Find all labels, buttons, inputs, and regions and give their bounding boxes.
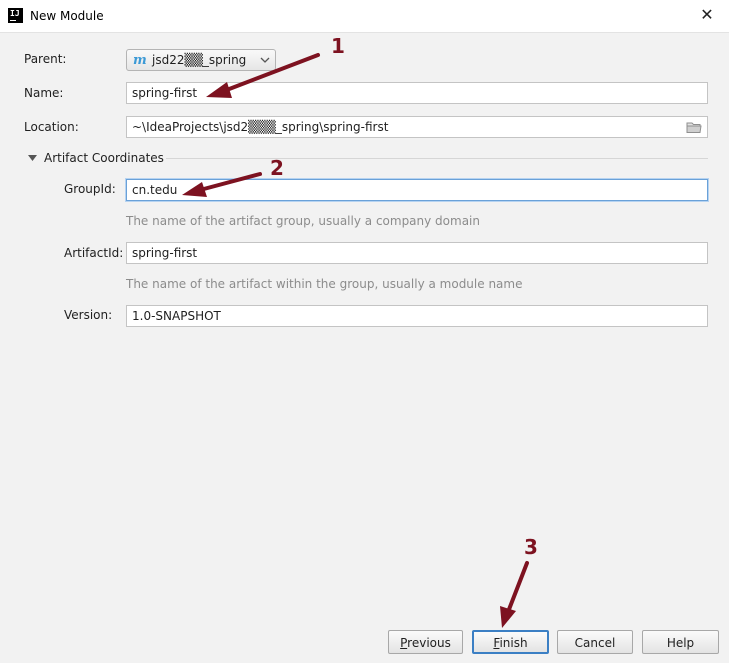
artifact-id-label: ArtifactId: bbox=[64, 246, 124, 260]
previous-label: revious bbox=[407, 636, 451, 650]
annotation-number-2: 2 bbox=[270, 156, 284, 180]
close-icon[interactable]: ✕ bbox=[697, 5, 717, 25]
artifact-id-hint: The name of the artifact within the grou… bbox=[126, 277, 523, 291]
folder-icon[interactable] bbox=[686, 121, 702, 134]
version-label: Version: bbox=[64, 308, 113, 322]
group-id-label: GroupId: bbox=[64, 182, 116, 196]
maven-module-icon: m bbox=[133, 53, 147, 68]
annotation-number-1: 1 bbox=[331, 34, 345, 58]
name-field[interactable]: spring-first bbox=[126, 82, 708, 104]
window-title: New Module bbox=[30, 9, 104, 23]
group-id-field[interactable]: cn.tedu bbox=[126, 179, 708, 201]
help-button[interactable]: Help bbox=[642, 630, 719, 654]
section-divider bbox=[166, 158, 708, 159]
chevron-down-icon bbox=[260, 57, 270, 63]
annotation-arrow-3 bbox=[500, 561, 529, 628]
finish-button[interactable]: Finish bbox=[472, 630, 549, 654]
intellij-icon: IJ bbox=[8, 8, 23, 23]
parent-label: Parent: bbox=[24, 52, 67, 66]
annotation-number-3: 3 bbox=[524, 535, 538, 559]
location-field[interactable]: ~\IdeaProjects\jsd2▒▒▒_spring\spring-fir… bbox=[126, 116, 708, 138]
section-title[interactable]: Artifact Coordinates bbox=[44, 151, 164, 165]
title-bar: IJ New Module ✕ bbox=[0, 0, 729, 33]
triangle-down-icon[interactable] bbox=[28, 155, 37, 162]
location-label: Location: bbox=[24, 120, 79, 134]
previous-button[interactable]: Previous bbox=[388, 630, 463, 654]
name-label: Name: bbox=[24, 86, 64, 100]
group-id-hint: The name of the artifact group, usually … bbox=[126, 214, 480, 228]
cancel-button[interactable]: Cancel bbox=[557, 630, 633, 654]
version-field[interactable]: 1.0-SNAPSHOT bbox=[126, 305, 708, 327]
artifact-id-field[interactable]: spring-first bbox=[126, 242, 708, 264]
finish-label: inish bbox=[499, 636, 528, 650]
parent-value: jsd22▒▒_spring bbox=[152, 53, 247, 67]
parent-dropdown[interactable]: m jsd22▒▒_spring bbox=[126, 49, 276, 71]
